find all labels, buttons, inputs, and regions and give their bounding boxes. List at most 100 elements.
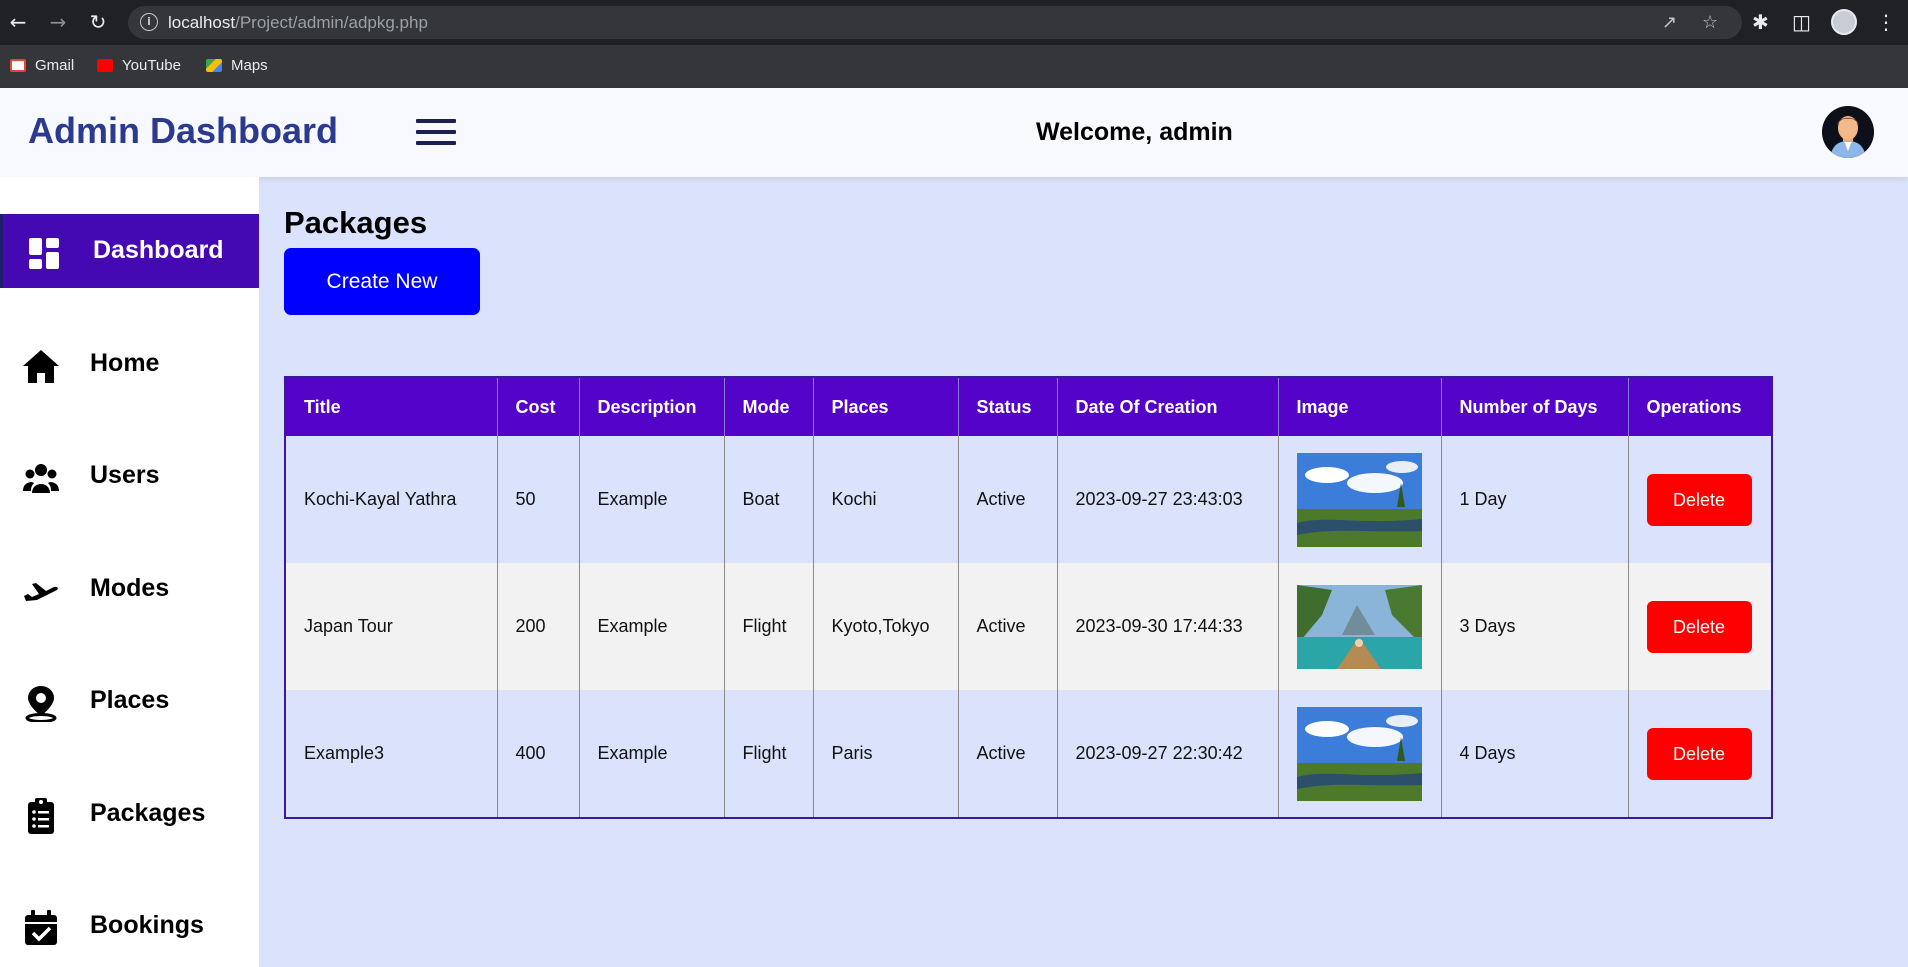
- cell-days: 4 Days: [1441, 690, 1629, 817]
- cell-cost: 200: [497, 563, 580, 690]
- extensions-icon[interactable]: ✱: [1752, 10, 1769, 34]
- cell-operations: Delete: [1628, 563, 1771, 690]
- page-title: Packages: [284, 205, 428, 240]
- sidebar-item-label: Bookings: [90, 911, 204, 939]
- side-panel-icon[interactable]: ◫: [1792, 10, 1811, 34]
- sidebar-item-dashboard[interactable]: Dashboard: [0, 214, 259, 288]
- cell-mode: Boat: [724, 436, 814, 563]
- dashboard-icon: [29, 238, 59, 269]
- sidebar: Dashboard Home Users Modes Places Packag…: [0, 177, 259, 967]
- maps-icon: [206, 59, 222, 72]
- sidebar-item-label: Places: [90, 686, 170, 714]
- url-path: /Project/admin/adpkg.php: [235, 13, 428, 32]
- cell-cost: 400: [497, 690, 580, 817]
- browser-profile-icon[interactable]: [1831, 9, 1857, 35]
- packages-table: Title Cost Description Mode Places Statu…: [284, 376, 1773, 819]
- cell-description: Example: [579, 436, 725, 563]
- info-icon[interactable]: i: [140, 13, 158, 31]
- bookmark-youtube[interactable]: YouTube: [97, 57, 181, 74]
- gmail-icon: [10, 59, 26, 72]
- table-header-row: Title Cost Description Mode Places Statu…: [286, 378, 1771, 436]
- package-thumbnail: [1296, 706, 1422, 801]
- cell-operations: Delete: [1628, 436, 1771, 563]
- bookmark-label: Maps: [231, 57, 268, 74]
- cell-days: 1 Day: [1441, 436, 1629, 563]
- column-header-description: Description: [579, 378, 725, 436]
- plane-icon: [24, 583, 58, 601]
- forward-arrow-icon[interactable]: →: [46, 10, 70, 34]
- map-pin-icon: [25, 686, 57, 722]
- bookmark-gmail[interactable]: Gmail: [10, 57, 74, 74]
- reload-icon[interactable]: ↻: [86, 10, 110, 34]
- sidebar-item-label: Dashboard: [93, 236, 224, 264]
- kebab-menu-icon[interactable]: ⋮: [1876, 10, 1896, 34]
- bookmark-label: YouTube: [122, 57, 181, 74]
- sidebar-item-home[interactable]: Home: [0, 327, 259, 401]
- delete-button[interactable]: Delete: [1646, 600, 1752, 653]
- cell-description: Example: [579, 690, 725, 817]
- cell-cost: 50: [497, 436, 580, 563]
- column-header-status: Status: [958, 378, 1058, 436]
- cell-image: [1278, 563, 1442, 690]
- sidebar-item-label: Packages: [90, 799, 206, 827]
- cell-status: Active: [958, 690, 1058, 817]
- column-header-days: Number of Days: [1441, 378, 1629, 436]
- cell-places: Paris: [813, 690, 959, 817]
- sidebar-item-bookings[interactable]: Bookings: [0, 889, 259, 963]
- url-host: localhost: [168, 13, 236, 32]
- column-header-title: Title: [286, 378, 498, 436]
- cell-status: Active: [958, 436, 1058, 563]
- hamburger-menu-icon[interactable]: [416, 119, 456, 149]
- create-new-button[interactable]: Create New: [284, 248, 480, 315]
- welcome-text: Welcome, admin: [1036, 118, 1233, 146]
- share-icon[interactable]: ↗: [1662, 12, 1677, 33]
- cell-title: Example3: [286, 690, 498, 817]
- column-header-places: Places: [813, 378, 959, 436]
- star-icon[interactable]: ☆: [1702, 12, 1718, 33]
- table-row: Example3 400 Example Flight Paris Active…: [286, 690, 1771, 817]
- cell-title: Japan Tour: [286, 563, 498, 690]
- sidebar-item-places[interactable]: Places: [0, 664, 259, 738]
- sidebar-item-label: Modes: [90, 574, 170, 602]
- cell-places: Kyoto,Tokyo: [813, 563, 959, 690]
- cell-places: Kochi: [813, 436, 959, 563]
- sidebar-item-modes[interactable]: Modes: [0, 552, 259, 626]
- cell-date: 2023-09-27 23:43:03: [1057, 436, 1279, 563]
- cell-status: Active: [958, 563, 1058, 690]
- cell-title: Kochi-Kayal Yathra: [286, 436, 498, 563]
- delete-button[interactable]: Delete: [1646, 727, 1752, 780]
- youtube-icon: [97, 59, 113, 72]
- address-bar[interactable]: i localhost/Project/admin/adpkg.php ↗ ☆: [128, 6, 1742, 39]
- url-text[interactable]: localhost/Project/admin/adpkg.php: [168, 13, 428, 33]
- package-thumbnail: [1296, 584, 1422, 669]
- bookmark-maps[interactable]: Maps: [206, 57, 268, 74]
- sidebar-item-label: Home: [90, 349, 160, 377]
- column-header-operations: Operations: [1628, 378, 1771, 436]
- cell-mode: Flight: [724, 690, 814, 817]
- users-icon: [23, 464, 59, 493]
- sidebar-item-users[interactable]: Users: [0, 439, 259, 513]
- clipboard-icon: [28, 798, 54, 834]
- sidebar-item-packages[interactable]: Packages: [0, 777, 259, 851]
- table-row: Japan Tour 200 Example Flight Kyoto,Toky…: [286, 563, 1771, 690]
- cell-date: 2023-09-30 17:44:33: [1057, 563, 1279, 690]
- column-header-date: Date Of Creation: [1057, 378, 1279, 436]
- delete-button[interactable]: Delete: [1646, 473, 1752, 526]
- column-header-cost: Cost: [497, 378, 580, 436]
- calendar-check-icon: [25, 910, 57, 945]
- home-icon: [23, 350, 59, 383]
- package-thumbnail: [1296, 452, 1422, 547]
- back-arrow-icon[interactable]: ←: [6, 10, 30, 34]
- cell-image: [1278, 436, 1442, 563]
- table-row: Kochi-Kayal Yathra 50 Example Boat Kochi…: [286, 436, 1771, 563]
- bookmarks-bar: Gmail YouTube Maps: [0, 45, 1908, 88]
- avatar[interactable]: [1822, 106, 1874, 158]
- brand-title: Admin Dashboard: [28, 110, 339, 151]
- cell-days: 3 Days: [1441, 563, 1629, 690]
- column-header-image: Image: [1278, 378, 1442, 436]
- sidebar-item-label: Users: [90, 461, 160, 489]
- column-header-mode: Mode: [724, 378, 814, 436]
- bookmark-label: Gmail: [35, 57, 75, 74]
- cell-date: 2023-09-27 22:30:42: [1057, 690, 1279, 817]
- cell-image: [1278, 690, 1442, 817]
